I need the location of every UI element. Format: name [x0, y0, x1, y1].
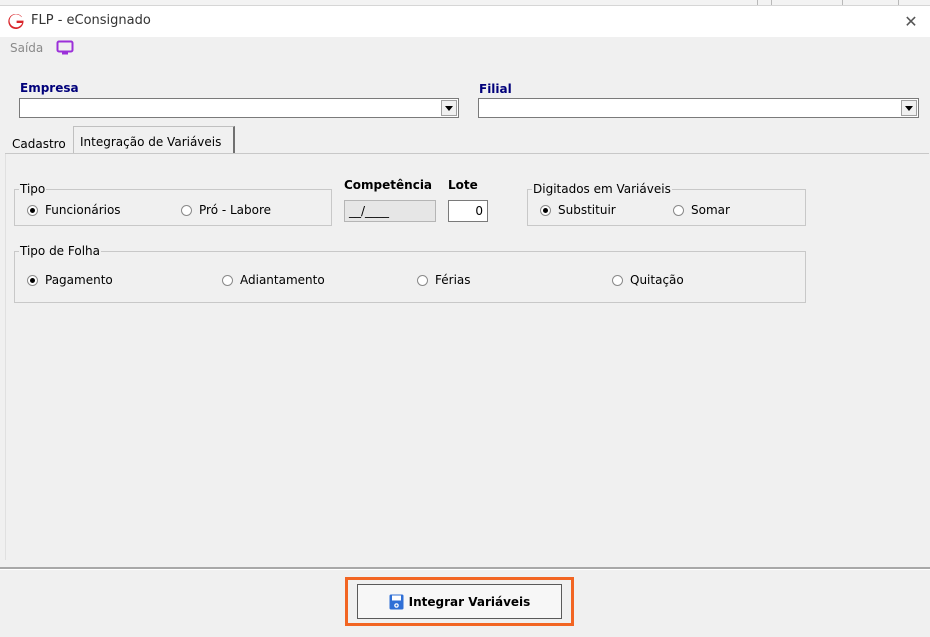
monitor-icon[interactable]	[56, 40, 74, 56]
integrar-variaveis-button[interactable]: Integrar Variáveis	[357, 584, 562, 619]
close-icon: ✕	[904, 12, 918, 31]
integrar-variaveis-label: Integrar Variáveis	[408, 594, 531, 609]
digitados-legend: Digitados em Variáveis	[533, 182, 671, 196]
radio-label: Férias	[435, 273, 471, 287]
radio-label: Pró - Labore	[199, 203, 272, 217]
radio-label: Adiantamento	[240, 273, 325, 287]
lote-label: Lote	[448, 178, 478, 192]
empresa-select[interactable]	[19, 98, 459, 118]
radio-funcionarios[interactable]: Funcionários	[27, 203, 121, 217]
close-button[interactable]: ✕	[892, 6, 930, 37]
radio-label: Pagamento	[45, 273, 113, 287]
radio-adiantamento[interactable]: Adiantamento	[222, 273, 325, 287]
filial-dropdown-button[interactable]	[901, 100, 917, 116]
competencia-input[interactable]: __/____	[344, 200, 436, 222]
tipo-folha-group: Tipo de Folha	[14, 244, 806, 303]
empresa-dropdown-button[interactable]	[441, 100, 457, 116]
lote-input[interactable]: 0	[448, 200, 488, 222]
menu-item-saida[interactable]: Saída	[10, 41, 43, 55]
radio-button[interactable]	[27, 204, 38, 216]
tab-integracao-variaveis[interactable]: Integração de Variáveis	[73, 126, 235, 155]
app-logo-icon	[8, 14, 24, 30]
save-icon	[389, 594, 404, 609]
empresa-label: Empresa	[20, 81, 79, 95]
radio-button[interactable]	[181, 204, 192, 216]
chevron-down-icon	[445, 105, 453, 111]
competencia-label: Competência	[344, 178, 433, 192]
radio-ferias[interactable]: Férias	[417, 273, 471, 287]
radio-somar[interactable]: Somar	[673, 203, 730, 217]
radio-button[interactable]	[612, 274, 623, 286]
tab-cadastro[interactable]: Cadastro	[6, 133, 72, 155]
bottom-divider-highlight	[0, 569, 930, 570]
chevron-down-icon	[905, 105, 913, 111]
filial-select[interactable]	[478, 98, 919, 118]
window-title: FLP - eConsignado	[31, 13, 151, 28]
tipo-legend: Tipo	[20, 182, 46, 196]
radio-substituir[interactable]: Substituir	[540, 203, 616, 217]
competencia-value: __/____	[349, 204, 390, 218]
radio-pagamento[interactable]: Pagamento	[27, 273, 113, 287]
title-bar: FLP - eConsignado ✕	[0, 6, 930, 37]
radio-button[interactable]	[540, 204, 551, 216]
radio-button[interactable]	[27, 274, 38, 286]
radio-pro-labore[interactable]: Pró - Labore	[181, 203, 271, 217]
radio-label: Quitação	[630, 273, 684, 287]
menu-bar: Saída	[0, 37, 930, 61]
radio-button[interactable]	[673, 204, 684, 216]
radio-label: Substituir	[558, 203, 616, 217]
filial-label: Filial	[479, 82, 512, 96]
radio-label: Somar	[691, 203, 730, 217]
radio-button[interactable]	[417, 274, 428, 286]
tipo-folha-legend: Tipo de Folha	[20, 244, 100, 258]
radio-label: Funcionários	[45, 203, 121, 217]
radio-button[interactable]	[222, 274, 233, 286]
radio-quitacao[interactable]: Quitação	[612, 273, 684, 287]
